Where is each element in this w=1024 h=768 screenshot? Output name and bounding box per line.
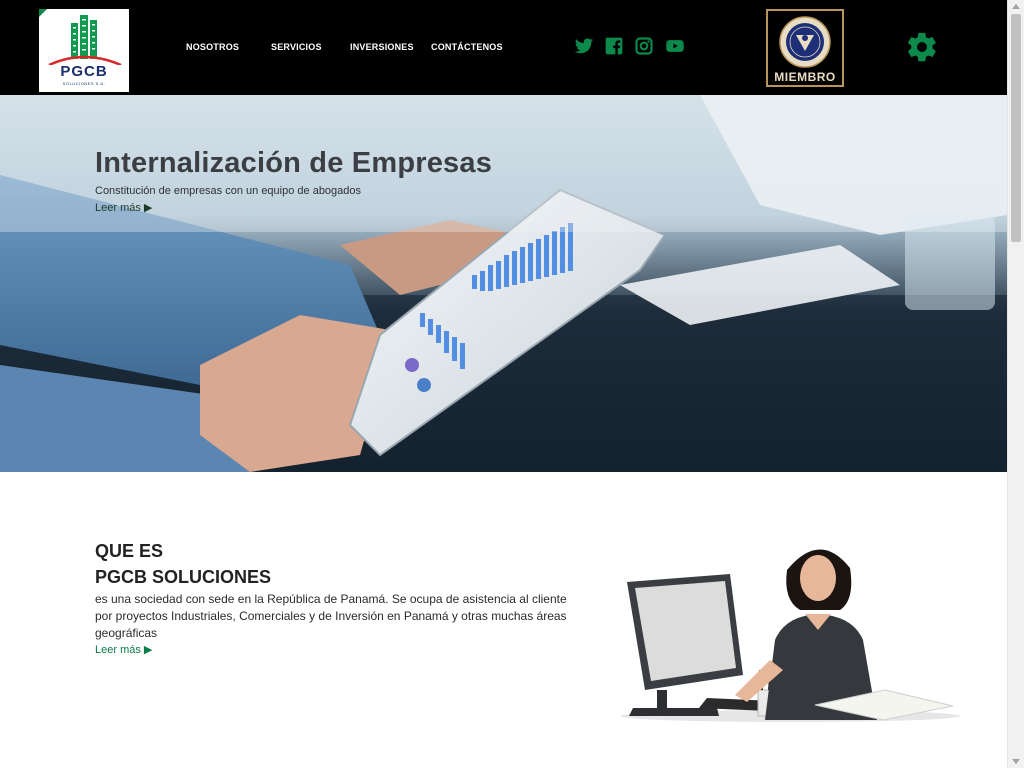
nav-servicios[interactable]: SERVICIOS xyxy=(271,42,322,52)
site-header: PGCB SOLUCIONES S.A. NOSOTROS SERVICIOS … xyxy=(0,0,1007,95)
about-heading-line2: PGCB SOLUCIONES xyxy=(95,567,272,587)
gear-icon[interactable] xyxy=(905,30,939,64)
about-read-more-link[interactable]: Leer más ▶ xyxy=(95,643,152,656)
logo-subtitle: SOLUCIONES S.A. xyxy=(62,81,106,86)
facebook-icon[interactable] xyxy=(604,36,624,56)
scroll-down-arrow-icon[interactable] xyxy=(1012,759,1020,764)
building-logo-icon xyxy=(48,15,122,65)
membership-label: MIEMBRO xyxy=(774,70,836,84)
youtube-icon[interactable] xyxy=(665,36,685,56)
logo-wordmark: PGCB xyxy=(60,63,108,80)
woman-at-computer-photo xyxy=(620,549,960,722)
twitter-icon[interactable] xyxy=(574,36,594,56)
hero-title: Internalización de Empresas xyxy=(95,147,493,179)
hero-banner: Internalización de Empresas Constitución… xyxy=(0,95,1007,472)
nav-contactenos[interactable]: CONTÁCTENOS xyxy=(431,42,503,52)
pgcb-logo[interactable]: PGCB SOLUCIONES S.A. xyxy=(39,9,129,92)
nav-nosotros[interactable]: NOSOTROS xyxy=(186,42,239,52)
scrollbar-thumb[interactable] xyxy=(1011,14,1021,242)
scroll-up-arrow-icon[interactable] xyxy=(1012,4,1020,9)
hero-read-more-link[interactable]: Leer más ▶ xyxy=(95,201,152,214)
instagram-icon[interactable] xyxy=(634,36,654,56)
membership-badge[interactable]: MIEMBRO xyxy=(766,9,844,87)
hero-subtitle: Constitución de empresas con un equipo d… xyxy=(95,185,362,197)
nav-inversiones[interactable]: INVERSIONES xyxy=(350,42,414,52)
page-scrollbar[interactable] xyxy=(1007,0,1024,768)
about-description: es una sociedad con sede en la República… xyxy=(95,592,567,640)
about-heading-line1: QUE ES xyxy=(95,541,164,561)
membership-seal-icon xyxy=(779,16,831,68)
